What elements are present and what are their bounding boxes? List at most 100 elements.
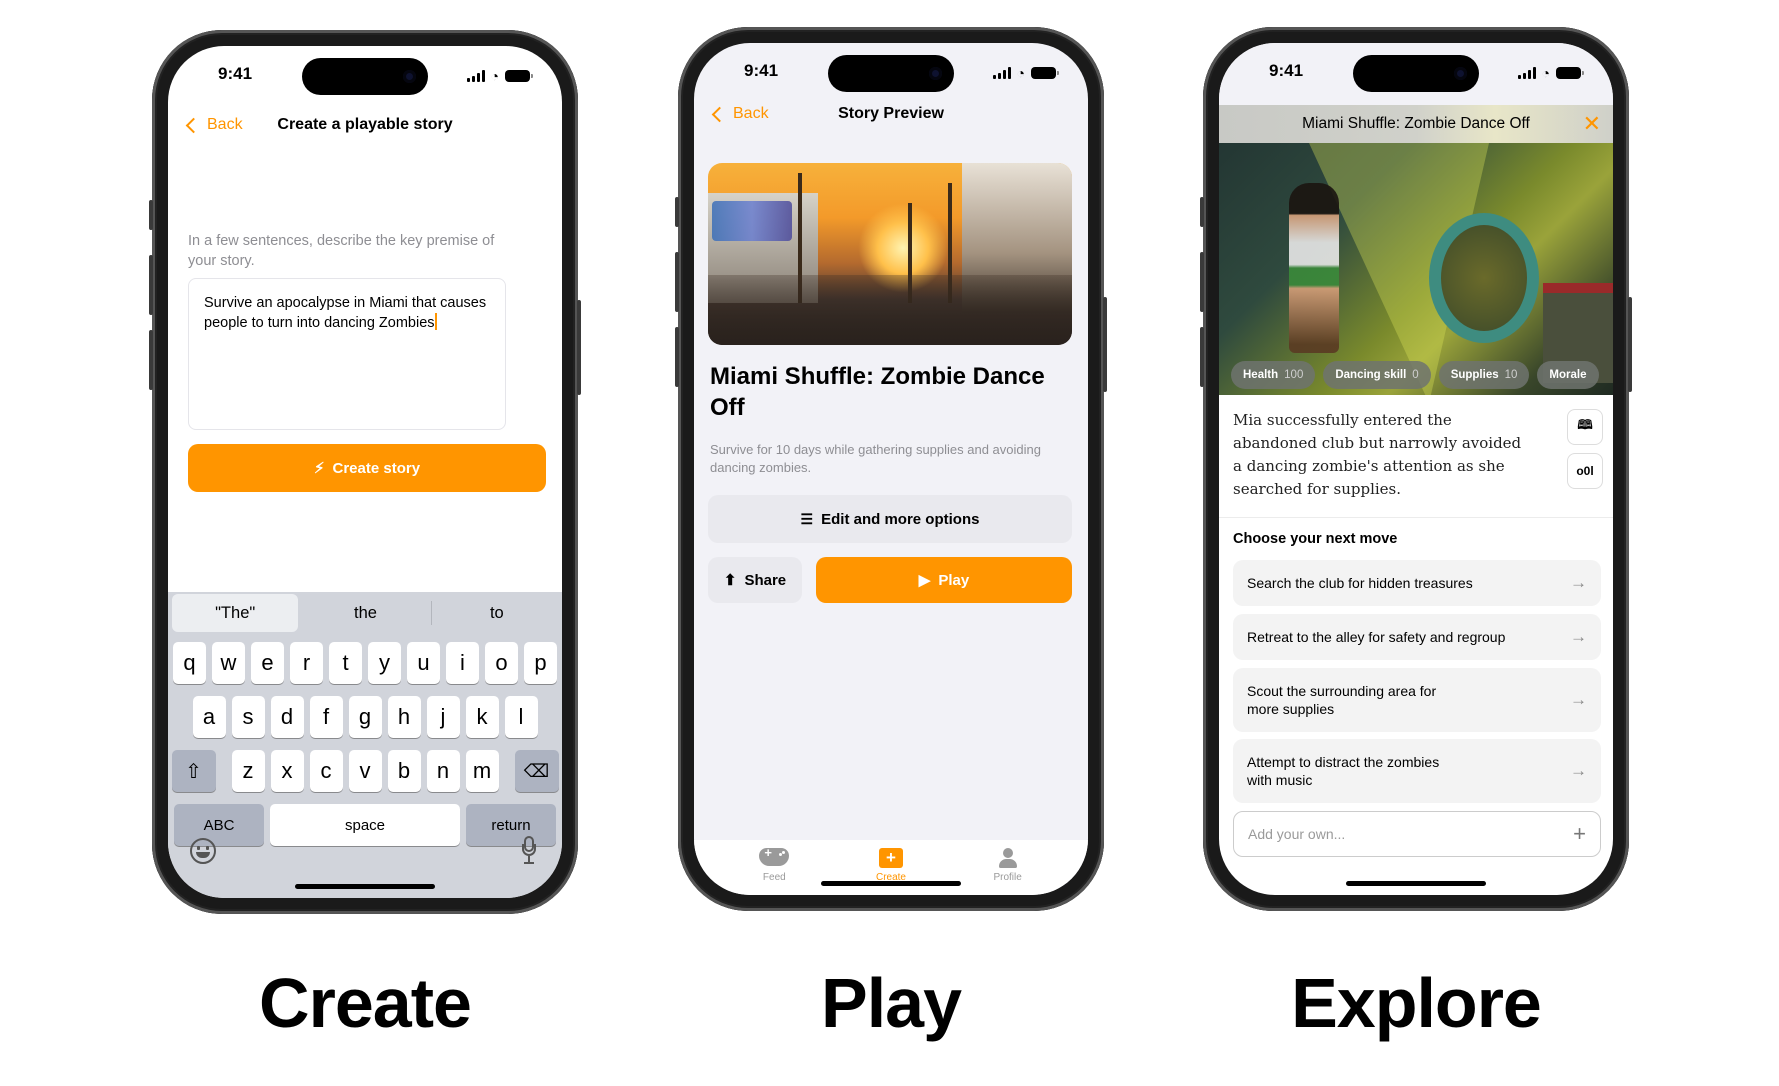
key[interactable]: s [231,696,265,738]
keyboard: "The" the to qwertyuiop asdfghjkl ⇧ zxcv… [168,592,562,898]
choice-option[interactable]: Attempt to distract the zombies with mus… [1233,739,1601,803]
status-time: 9:41 [744,61,779,80]
caption-explore: Explore [1291,964,1542,1042]
suggestion[interactable]: the [302,594,428,632]
battery-icon [505,70,533,82]
create-story-button[interactable]: ⚡︎ Create story [188,444,546,492]
return-key[interactable]: return [466,804,556,846]
key[interactable]: k [465,696,499,738]
key[interactable]: t [329,642,362,684]
delete-key[interactable]: ⌫ [514,750,559,792]
key[interactable]: p [524,642,557,684]
key[interactable]: o [485,642,518,684]
share-button[interactable]: ⬆︎ Share [708,557,802,603]
add-own-placeholder: Add your own... [1248,826,1346,842]
arrow-right-icon: → [1570,761,1587,780]
premise-input[interactable]: Survive an apocalypse in Miami that caus… [188,278,506,430]
key[interactable]: c [309,750,343,792]
status-bar: 9:41 ◔ [694,43,1088,97]
nav-bar: Back Create a playable story [168,108,562,148]
premise-value: Survive an apocalypse in Miami that caus… [204,295,487,331]
status-bar: 9:41 ◔ [168,46,562,100]
stats-bar: Health 100 Dancing skill 0 Supplies 10 Mora… [1231,361,1599,389]
signal-icon [466,70,485,82]
story-description: Survive for 10 days while gathering supp… [710,442,1041,475]
page-title: Create a playable story [277,116,453,133]
key[interactable]: w [212,642,245,684]
signal-icon [992,67,1011,79]
key[interactable]: g [348,696,382,738]
key[interactable]: m [465,750,499,792]
choice-option[interactable]: Scout the surrounding area for more supp… [1233,668,1601,732]
side-button [675,327,679,387]
home-indicator [295,884,435,889]
arrow-right-icon: → [1570,627,1587,646]
key[interactable]: h [387,696,421,738]
key[interactable]: x [270,750,304,792]
plus-icon[interactable]: + [1573,821,1586,847]
microphone-icon[interactable] [522,836,536,864]
share-label: Share [744,571,787,589]
arrow-right-icon: → [1570,573,1587,592]
stat-chip: Morale [1537,361,1599,389]
nav-bar: Back Story Preview [694,97,1088,137]
phone-explore: 9:41 ◔ Miami Shuffle: Zombie Dance Off ✕… [1200,27,1632,911]
key[interactable]: e [251,642,284,684]
dynamic-island [1353,55,1479,92]
choice-option[interactable]: Search the club for hidden treasures → [1233,560,1601,606]
key[interactable]: y [368,642,401,684]
side-button [577,300,581,395]
shift-key[interactable]: ⇧ [171,750,216,792]
dynamic-island [828,55,954,92]
play-label: Play [938,571,970,589]
key[interactable]: v [348,750,382,792]
key[interactable]: l [504,696,538,738]
screen: 9:41 ◔ Miami Shuffle: Zombie Dance Off ✕… [1219,43,1613,895]
person-icon [993,848,1023,868]
side-button [1200,197,1204,227]
stats-icon[interactable]: o0l [1567,453,1603,489]
story-narration: Mia successfully entered the abandoned c… [1233,411,1522,498]
edit-options-button[interactable]: ☰ Edit and more options [708,495,1072,543]
status-time: 9:41 [1269,61,1304,80]
close-icon[interactable]: ✕ [1583,105,1601,143]
abc-key[interactable]: ABC [174,804,264,846]
key[interactable]: n [426,750,460,792]
camera-icon [1454,67,1467,80]
suggestion[interactable]: "The" [172,594,299,632]
key[interactable]: i [446,642,479,684]
signal-icon [1517,67,1536,79]
key[interactable]: r [290,642,323,684]
key[interactable]: z [231,750,265,792]
status-bar: 9:41 ◔ [1219,43,1613,97]
book-icon[interactable]: 🕮︎ [1567,409,1603,445]
space-key[interactable]: space [270,804,460,846]
battery-icon [1556,67,1584,79]
tab-create[interactable]: + Create [851,840,931,895]
lightning-icon: ⚡︎ [313,460,325,477]
key[interactable]: d [270,696,304,738]
key[interactable]: j [426,696,460,738]
key[interactable]: a [192,696,226,738]
side-button [1200,252,1204,312]
caption-create: Create [259,964,472,1042]
premise-hint: In a few sentences, describe the key pre… [188,233,495,269]
tab-feed[interactable]: Feed [734,840,814,895]
key[interactable]: q [173,642,206,684]
key-row-3: ⇧ zxcvbnm ⌫ [168,750,562,792]
camera-icon [929,67,942,80]
home-indicator [1346,881,1486,886]
side-button [1103,297,1107,392]
emoji-icon[interactable] [190,838,216,864]
play-button[interactable]: ▶ Play [816,557,1072,603]
key[interactable]: f [309,696,343,738]
story-title: Miami Shuffle: Zombie Dance Off [710,363,1045,421]
dynamic-island [302,58,428,95]
key[interactable]: u [407,642,440,684]
choice-option[interactable]: Retreat to the alley for safety and regr… [1233,614,1601,660]
arrow-right-icon: → [1570,690,1587,709]
tab-profile[interactable]: Profile [968,840,1048,895]
key[interactable]: b [387,750,421,792]
suggestion[interactable]: to [434,594,560,632]
add-own-input[interactable]: Add your own... + [1233,811,1601,857]
